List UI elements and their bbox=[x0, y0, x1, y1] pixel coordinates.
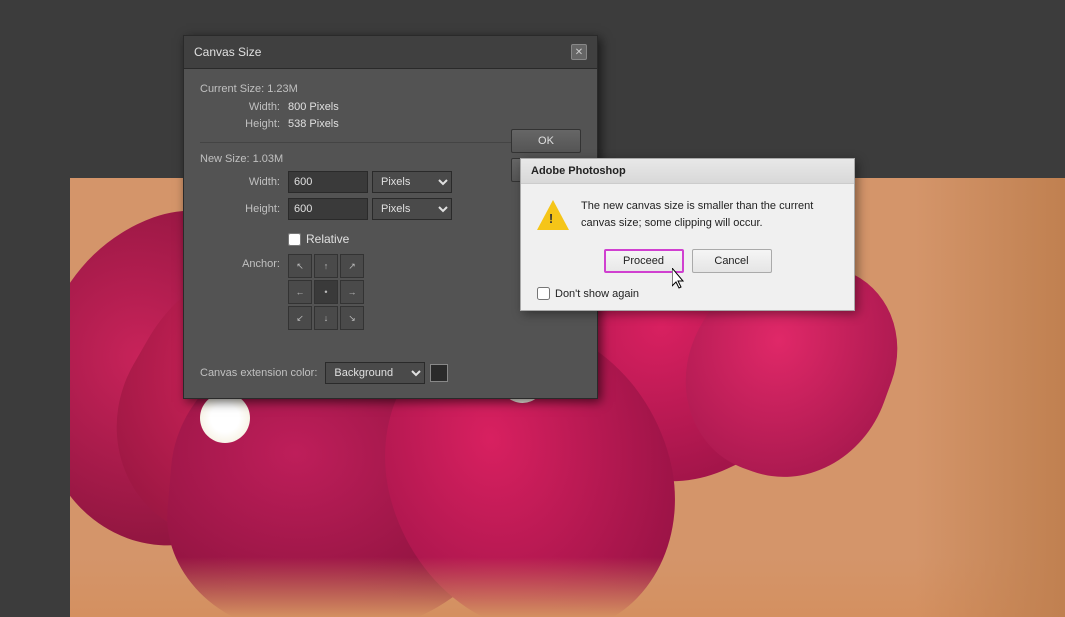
alert-titlebar: Adobe Photoshop bbox=[521, 159, 854, 184]
width-label: Width: bbox=[200, 101, 280, 113]
current-width-value: 800 Pixels bbox=[288, 101, 339, 113]
alert-message: The new canvas size is smaller than the … bbox=[581, 198, 838, 231]
anchor-tr[interactable]: ↗ bbox=[340, 254, 364, 278]
new-width-label: Width: bbox=[200, 176, 280, 188]
current-size-label: Current Size: 1.23M bbox=[200, 83, 581, 95]
anchor-label: Anchor: bbox=[200, 254, 280, 270]
extension-color-label: Canvas extension color: bbox=[200, 367, 317, 379]
anchor-br[interactable]: ↘ bbox=[340, 306, 364, 330]
height-label: Height: bbox=[200, 118, 280, 130]
alert-title: Adobe Photoshop bbox=[531, 165, 626, 177]
canvas-dialog-title: Canvas Size bbox=[194, 45, 261, 59]
alert-actions: Proceed Cancel bbox=[521, 241, 854, 283]
dialog-footer: Canvas extension color: Background Foreg… bbox=[184, 354, 597, 398]
anchor-center[interactable]: • bbox=[314, 280, 338, 304]
canvas-dialog-titlebar: Canvas Size ✕ bbox=[184, 36, 597, 69]
anchor-tl[interactable]: ↖ bbox=[288, 254, 312, 278]
anchor-mr[interactable]: → bbox=[340, 280, 364, 304]
anchor-grid: ↖ ↑ ↗ ← • → ↙ ↓ ↘ bbox=[288, 254, 364, 330]
new-width-input[interactable] bbox=[288, 171, 368, 193]
current-size-section: Current Size: 1.23M Width: 800 Pixels He… bbox=[200, 83, 581, 130]
dont-show-checkbox[interactable] bbox=[537, 287, 550, 300]
dont-show-label: Don't show again bbox=[555, 288, 639, 300]
extension-color-select[interactable]: Background Foreground White Black Other.… bbox=[325, 362, 425, 384]
relative-checkbox[interactable] bbox=[288, 233, 301, 246]
color-swatch[interactable] bbox=[430, 364, 448, 382]
anchor-tm[interactable]: ↑ bbox=[314, 254, 338, 278]
alert-footer: Don't show again bbox=[521, 283, 854, 310]
proceed-button[interactable]: Proceed bbox=[604, 249, 684, 273]
ok-button[interactable]: OK bbox=[511, 129, 581, 153]
width-unit-select[interactable]: Pixels Percent Inches bbox=[372, 171, 452, 193]
new-height-input[interactable] bbox=[288, 198, 368, 220]
close-icon[interactable]: ✕ bbox=[571, 44, 587, 60]
anchor-ml[interactable]: ← bbox=[288, 280, 312, 304]
alert-dialog: Adobe Photoshop ! The new canvas size is… bbox=[520, 158, 855, 311]
height-unit-select[interactable]: Pixels Percent Inches bbox=[372, 198, 452, 220]
alert-body: ! The new canvas size is smaller than th… bbox=[521, 184, 854, 241]
relative-label: Relative bbox=[306, 232, 349, 246]
warning-icon: ! bbox=[537, 198, 569, 230]
alert-cancel-button[interactable]: Cancel bbox=[692, 249, 772, 273]
new-height-label: Height: bbox=[200, 203, 280, 215]
anchor-bm[interactable]: ↓ bbox=[314, 306, 338, 330]
anchor-bl[interactable]: ↙ bbox=[288, 306, 312, 330]
current-height-value: 538 Pixels bbox=[288, 118, 339, 130]
